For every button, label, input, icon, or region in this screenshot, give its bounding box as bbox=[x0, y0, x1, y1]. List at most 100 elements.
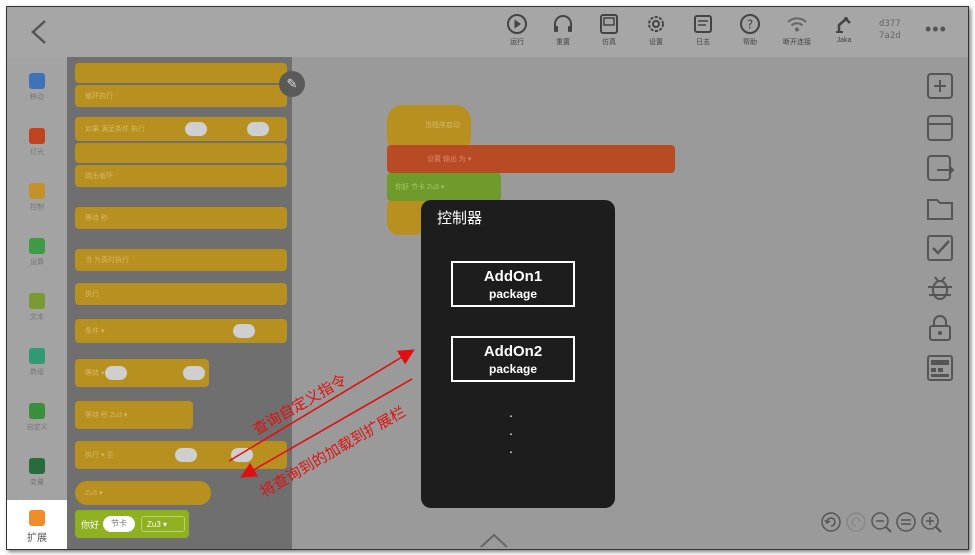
device-id-line2: 7a2d bbox=[879, 31, 901, 41]
palette-input-oval[interactable] bbox=[175, 448, 197, 462]
zoom-out-icon[interactable] bbox=[870, 511, 892, 533]
palette-block[interactable]: 等待 秒 Zu3 ▾ bbox=[75, 401, 193, 429]
redo-icon[interactable] bbox=[845, 511, 867, 533]
palette-input-oval[interactable] bbox=[247, 122, 269, 136]
category-swatch bbox=[29, 403, 45, 419]
folder-icon[interactable] bbox=[925, 193, 955, 223]
save-icon[interactable] bbox=[925, 113, 955, 143]
palette-input-oval[interactable] bbox=[105, 366, 127, 380]
palette-block[interactable]: 等待 秒 bbox=[75, 207, 287, 229]
chevron-left-icon[interactable] bbox=[25, 17, 55, 47]
category-operator[interactable]: 运算 bbox=[7, 238, 67, 267]
category-label: 文本 bbox=[30, 314, 44, 321]
category-label: 控制 bbox=[30, 204, 44, 211]
package-type: package bbox=[488, 362, 538, 376]
category-swatch bbox=[29, 128, 45, 144]
category-text[interactable]: 文本 bbox=[7, 293, 67, 322]
keyboard-icon[interactable] bbox=[925, 353, 955, 383]
addon1-package[interactable]: AddOn1 package bbox=[451, 261, 575, 307]
settings-button[interactable]: 设置 bbox=[638, 13, 674, 47]
log-icon bbox=[694, 15, 712, 33]
category-custom[interactable]: 自定义 bbox=[7, 403, 67, 432]
palette-block[interactable]: 执行 bbox=[75, 283, 287, 305]
ellipsis-dot: . bbox=[509, 422, 513, 438]
log-label: 日志 bbox=[696, 39, 710, 46]
connection-button[interactable]: 断开连接 bbox=[779, 13, 815, 47]
more-menu-button[interactable]: ••• bbox=[925, 19, 947, 40]
category-swatch bbox=[29, 238, 45, 254]
workspace-hat-block[interactable]: 当程序启动 bbox=[387, 105, 471, 145]
category-control[interactable]: 控制 bbox=[7, 183, 67, 212]
category-swatch bbox=[29, 73, 45, 89]
addon2-package[interactable]: AddOn2 package bbox=[451, 336, 575, 382]
hello-dropdown[interactable]: Zu3 ▾ bbox=[141, 516, 185, 532]
log-button[interactable]: 日志 bbox=[685, 13, 721, 47]
palette-block[interactable]: 循环执行 bbox=[75, 85, 287, 107]
category-label: 自定义 bbox=[26, 424, 48, 431]
lock-icon[interactable] bbox=[925, 313, 955, 343]
category-move[interactable]: 移动 bbox=[7, 73, 67, 102]
workspace-hello-block[interactable]: 你好 节卡 Zu3 ▾ bbox=[387, 173, 501, 201]
check-icon[interactable] bbox=[925, 233, 955, 263]
palette-block[interactable] bbox=[75, 63, 287, 83]
palette-input-oval[interactable] bbox=[183, 366, 205, 380]
palette-block[interactable]: 如果 满足条件 执行 bbox=[75, 117, 287, 141]
palette-block-label: 等待 秒 Zu3 ▾ bbox=[85, 412, 128, 419]
palette-block[interactable]: 当 为真时执行 bbox=[75, 249, 287, 271]
palette-block[interactable] bbox=[75, 143, 287, 163]
play-icon bbox=[507, 14, 527, 34]
workspace-block-label: 设置 输出 为 ▾ bbox=[427, 156, 472, 163]
category-swatch bbox=[29, 183, 45, 199]
category-swatch bbox=[29, 293, 45, 309]
workspace-block-label: 当程序启动 bbox=[425, 122, 460, 129]
category-extension[interactable]: 扩展 bbox=[7, 500, 67, 549]
workspace-output-block[interactable]: 设置 输出 为 ▾ bbox=[387, 145, 675, 173]
palette-input-oval[interactable] bbox=[185, 122, 207, 136]
hello-label: 你好 bbox=[81, 520, 100, 530]
debug-icon[interactable] bbox=[925, 273, 955, 303]
category-array[interactable]: 数组 bbox=[7, 348, 67, 377]
palette-block[interactable]: 执行 ▾ 至 bbox=[75, 441, 287, 469]
palette-block[interactable]: 条件 ▾ bbox=[75, 319, 287, 343]
category-light[interactable]: 灯光 bbox=[7, 128, 67, 157]
add-icon[interactable] bbox=[925, 71, 955, 101]
simulator-label: 仿真 bbox=[602, 39, 616, 46]
palette-input-oval[interactable] bbox=[233, 324, 255, 338]
palette-block[interactable]: 等待 ▾ bbox=[75, 359, 209, 387]
run-button[interactable]: 运行 bbox=[499, 13, 535, 47]
robot-label: Jaka bbox=[836, 37, 852, 44]
run-label: 运行 bbox=[510, 39, 524, 46]
extension-hello-block[interactable]: 你好 节卡 Zu3 ▾ bbox=[75, 510, 189, 538]
category-sidebar: 移动 灯光 控制 运算 文本 数组 自定义 变量 扩展 bbox=[7, 57, 67, 549]
palette-block-label: 执行 ▾ 至 bbox=[85, 452, 114, 459]
category-label: 移动 bbox=[30, 94, 44, 101]
package-type: package bbox=[488, 287, 538, 301]
edit-pencil-icon[interactable]: ✎ bbox=[279, 71, 305, 97]
palette-block-label: 条件 ▾ bbox=[85, 328, 105, 335]
robot-button[interactable]: Jaka bbox=[826, 13, 862, 44]
simulator-button[interactable]: 仿真 bbox=[591, 13, 627, 47]
hello-input[interactable]: 节卡 bbox=[103, 516, 135, 532]
undo-icon[interactable] bbox=[820, 511, 842, 533]
help-button[interactable]: ? 帮助 bbox=[732, 13, 768, 47]
palette-block-label: 跳出循环 bbox=[85, 173, 113, 180]
palette-block[interactable]: 跳出循环 bbox=[75, 165, 287, 187]
reset-button[interactable]: 重置 bbox=[545, 13, 581, 47]
palette-block-label: Zu3 ▾ bbox=[85, 490, 103, 497]
palette-input-oval[interactable] bbox=[231, 448, 253, 462]
robot-icon bbox=[836, 17, 851, 33]
category-label: 扩展 bbox=[27, 533, 47, 544]
category-swatch bbox=[29, 458, 45, 474]
svg-text:?: ? bbox=[747, 18, 753, 32]
category-label: 灯光 bbox=[30, 149, 44, 156]
export-icon[interactable] bbox=[925, 153, 955, 183]
controller-title: 控制器 bbox=[437, 210, 483, 227]
category-variable[interactable]: 变量 bbox=[7, 458, 67, 487]
palette-block[interactable]: Zu3 ▾ bbox=[75, 481, 211, 505]
zoom-in-icon[interactable] bbox=[920, 511, 942, 533]
extension-icon bbox=[29, 510, 45, 526]
help-icon: ? bbox=[740, 14, 760, 34]
chevron-up-icon[interactable] bbox=[479, 531, 509, 549]
zoom-reset-icon[interactable] bbox=[895, 511, 917, 533]
app-window: 运行 重置 仿真 设置 日志 ? 帮助 断开连接 Jaka d377 7a2d … bbox=[6, 6, 969, 550]
